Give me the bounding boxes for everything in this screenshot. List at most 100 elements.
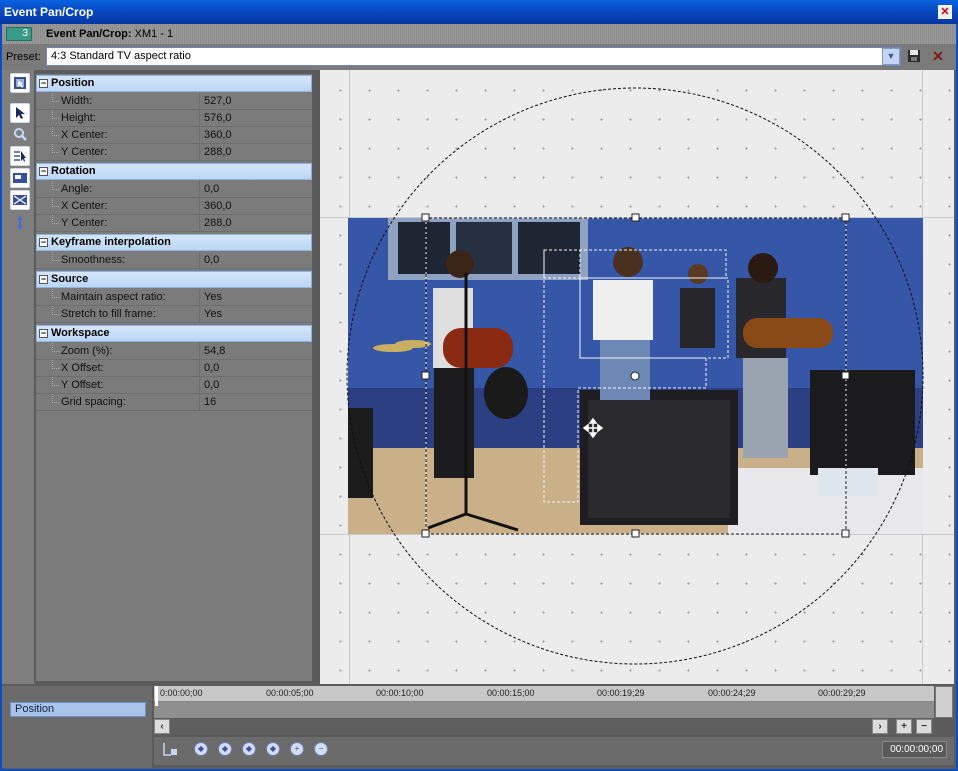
property-value[interactable]: 0,0 (204, 252, 219, 268)
lock-envelopes-icon[interactable] (162, 741, 178, 757)
mask-icon[interactable] (10, 190, 30, 210)
tick-label: 00:00:24;29 (708, 688, 756, 698)
timeline-track-header (2, 686, 152, 768)
property-key: Grid spacing: (36, 394, 200, 410)
header-title: Event Pan/Crop: XM1 - 1 (46, 28, 173, 40)
property-key: Smoothness: (36, 252, 200, 268)
property-row[interactable]: Height: 576,0 (36, 110, 312, 127)
position-track-label[interactable]: Position (10, 702, 146, 717)
property-row[interactable]: Width: 527,0 (36, 93, 312, 110)
property-value[interactable]: 576,0 (204, 110, 232, 126)
zoom-in-icon[interactable]: + (896, 719, 912, 734)
vertical-scrollbar[interactable] (935, 686, 953, 718)
collapse-icon[interactable]: − (39, 79, 48, 88)
previous-keyframe-icon[interactable]: ◆ (218, 742, 232, 756)
frame-guide (320, 534, 954, 535)
property-value[interactable]: 360,0 (204, 127, 232, 143)
category-keyframe-interpolation[interactable]: − Keyframe interpolation (36, 234, 312, 251)
property-key: Width: (36, 93, 200, 109)
tick-label: 0:00:00;00 (160, 688, 203, 698)
window-title: Event Pan/Crop (0, 0, 958, 24)
source-icon[interactable] (10, 168, 30, 188)
scroll-right-icon[interactable]: › (872, 719, 888, 734)
property-row[interactable]: Maintain aspect ratio: Yes (36, 289, 312, 306)
normal-edit-icon[interactable] (10, 73, 30, 93)
property-value[interactable]: 0,0 (204, 181, 219, 197)
property-key: X Center: (36, 198, 200, 214)
delete-keyframe-icon[interactable]: − (314, 742, 328, 756)
category-position[interactable]: − Position (36, 75, 312, 92)
category-source[interactable]: − Source (36, 271, 312, 288)
collapse-icon[interactable]: − (39, 329, 48, 338)
tool-column (2, 70, 34, 684)
property-value[interactable]: 360,0 (204, 198, 232, 214)
playhead-cursor[interactable] (155, 686, 158, 706)
timeline-ruler[interactable]: 0:00:00;00 00:00:05;00 00:00:10;00 00:00… (154, 686, 934, 702)
property-value[interactable]: Yes (204, 289, 222, 305)
tick-label: 00:00:29;29 (818, 688, 866, 698)
delete-preset-icon[interactable]: ✕ (931, 49, 945, 63)
video-frame (348, 218, 923, 534)
property-value[interactable]: 527,0 (204, 93, 232, 109)
property-value[interactable]: 288,0 (204, 215, 232, 231)
header-title-text: Event Pan/Crop: (46, 28, 132, 40)
property-key: Stretch to fill frame: (36, 306, 200, 322)
property-row[interactable]: Grid spacing: 16 (36, 394, 312, 411)
property-row[interactable]: Y Center: 288,0 (36, 215, 312, 232)
property-value[interactable]: Yes (204, 306, 222, 322)
tick-label: 00:00:15;00 (487, 688, 535, 698)
property-row[interactable]: X Offset: 0,0 (36, 360, 312, 377)
property-value[interactable]: 54,8 (204, 343, 225, 359)
property-row[interactable]: Angle: 0,0 (36, 181, 312, 198)
property-row[interactable]: Zoom (%): 54,8 (36, 343, 312, 360)
property-row[interactable]: X Center: 360,0 (36, 198, 312, 215)
property-key: Y Center: (36, 144, 200, 160)
chevron-down-icon[interactable]: ▼ (882, 48, 900, 65)
property-key: Zoom (%): (36, 343, 200, 359)
collapse-icon[interactable]: − (39, 167, 48, 176)
category-workspace[interactable]: − Workspace (36, 325, 312, 342)
property-value[interactable]: 0,0 (204, 360, 219, 376)
tick-label: 00:00:05;00 (266, 688, 314, 698)
tick-label: 00:00:10;00 (376, 688, 424, 698)
category-rotation[interactable]: − Rotation (36, 163, 312, 180)
category-label: Rotation (51, 165, 96, 177)
tick-label: 00:00:19;29 (597, 688, 645, 698)
property-value[interactable]: 288,0 (204, 144, 232, 160)
add-keyframe-icon[interactable]: + (290, 742, 304, 756)
zoom-icon[interactable] (10, 124, 30, 144)
property-row[interactable]: Y Offset: 0,0 (36, 377, 312, 394)
property-key: Y Offset: (36, 377, 200, 393)
first-keyframe-icon[interactable]: ◆ (194, 742, 208, 756)
save-preset-icon[interactable] (907, 49, 921, 63)
close-icon[interactable]: ✕ (938, 5, 952, 19)
header-subtitle: XM1 - 1 (134, 28, 174, 40)
property-key: Angle: (36, 181, 200, 197)
category-label: Position (51, 77, 95, 89)
category-label: Source (51, 273, 89, 285)
snap-icon[interactable] (10, 146, 30, 166)
property-value[interactable]: 16 (204, 394, 216, 410)
scroll-left-icon[interactable]: ‹ (154, 719, 170, 734)
preset-dropdown[interactable]: 4:3 Standard TV aspect ratio (46, 47, 901, 66)
collapse-icon[interactable]: − (39, 238, 48, 247)
category-label: Workspace (51, 327, 110, 339)
keyframe-track[interactable] (154, 702, 934, 718)
collapse-icon[interactable]: − (39, 275, 48, 284)
current-time-display: 00:00:00;00 (882, 741, 947, 758)
category-label: Keyframe interpolation (51, 236, 171, 248)
zoom-out-icon[interactable]: − (916, 719, 932, 734)
property-row[interactable]: Smoothness: 0,0 (36, 252, 312, 269)
property-value[interactable]: 0,0 (204, 377, 219, 393)
horizontal-scrollbar[interactable]: ‹ › + − (154, 719, 934, 735)
move-vertical-icon[interactable] (10, 213, 30, 233)
property-key: X Center: (36, 127, 200, 143)
preset-label: Preset: (6, 51, 41, 63)
track-number-badge: 3 (6, 27, 32, 41)
next-keyframe-icon[interactable]: ◆ (242, 742, 256, 756)
select-icon[interactable] (10, 103, 30, 123)
last-keyframe-icon[interactable]: ◆ (266, 742, 280, 756)
property-row[interactable]: Y Center: 288,0 (36, 144, 312, 161)
property-row[interactable]: X Center: 360,0 (36, 127, 312, 144)
property-row[interactable]: Stretch to fill frame: Yes (36, 306, 312, 323)
